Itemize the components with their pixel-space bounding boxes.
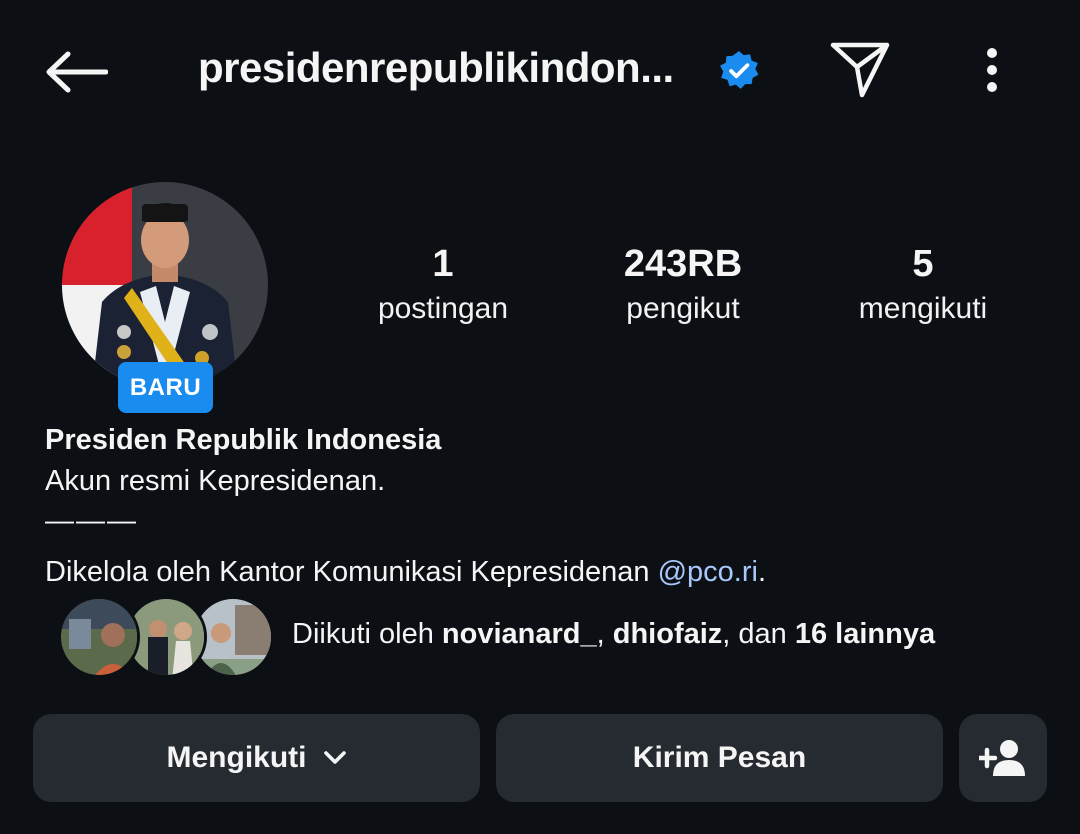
back-button[interactable] bbox=[40, 40, 112, 104]
bio-managed-suffix: . bbox=[757, 556, 767, 588]
person-add-icon bbox=[979, 740, 1025, 776]
posts-count: 1 bbox=[432, 243, 454, 285]
send-message-button[interactable]: Kirim Pesan bbox=[496, 714, 943, 802]
new-badge: BARU bbox=[118, 362, 213, 413]
mention-link[interactable]: @pco.ri bbox=[658, 556, 758, 588]
followers-count: 243RB bbox=[623, 243, 743, 285]
followers-label: pengikut bbox=[626, 292, 740, 325]
share-profile-button[interactable] bbox=[824, 36, 896, 102]
more-options-button[interactable] bbox=[966, 40, 1018, 100]
followed-user-2: dhiofaiz bbox=[612, 618, 723, 650]
verified-badge-icon bbox=[720, 51, 759, 89]
followed-by-row[interactable]: Diikuti oleh novianard_, dhiofaiz, dan 1… bbox=[58, 596, 1018, 682]
profile-stats: 1 postingan 243RB pengikut 5 mengikuti bbox=[0, 240, 1080, 340]
stat-posts[interactable]: 1 postingan bbox=[343, 240, 543, 330]
follower-avatar bbox=[58, 596, 140, 678]
followed-user-1: novianard_ bbox=[441, 618, 597, 650]
following-button[interactable]: Mengikuti bbox=[33, 714, 480, 802]
more-vertical-icon bbox=[987, 48, 997, 92]
paper-plane-icon bbox=[830, 42, 890, 98]
suggest-people-button[interactable] bbox=[959, 714, 1047, 802]
profile-bio: Presiden Republik Indonesia Akun resmi K… bbox=[45, 420, 1045, 592]
following-button-label: Mengikuti bbox=[166, 741, 307, 774]
chevron-down-icon bbox=[323, 751, 346, 764]
bio-text: Akun resmi Kepresidenan. bbox=[45, 465, 386, 497]
followed-others: 16 lainnya bbox=[794, 618, 936, 650]
stat-following[interactable]: 5 mengikuti bbox=[823, 240, 1023, 330]
following-count: 5 bbox=[912, 243, 934, 285]
bio-managed-by: Dikelola oleh Kantor Komunikasi Kepresid… bbox=[45, 552, 1045, 592]
followed-comma: , bbox=[596, 618, 613, 650]
followed-prefix: Diikuti oleh bbox=[292, 618, 442, 650]
stat-followers[interactable]: 243RB pengikut bbox=[583, 240, 783, 330]
bio-managed-prefix: Dikelola oleh Kantor Komunikasi Kepresid… bbox=[45, 556, 658, 588]
posts-label: postingan bbox=[377, 292, 509, 325]
followed-by-text: Diikuti oleh novianard_, dhiofaiz, dan 1… bbox=[292, 618, 935, 651]
message-button-label: Kirim Pesan bbox=[632, 741, 807, 774]
top-app-bar: presidenrepublikindon... bbox=[0, 0, 1080, 140]
bio-display-name: Presiden Republik Indonesia bbox=[45, 424, 442, 456]
followed-middle: , dan bbox=[722, 618, 795, 650]
profile-username: presidenrepublikindon... bbox=[198, 44, 674, 91]
arrow-left-icon bbox=[46, 51, 108, 93]
following-label: mengikuti bbox=[858, 292, 988, 325]
bio-separator: ——— bbox=[45, 505, 138, 537]
